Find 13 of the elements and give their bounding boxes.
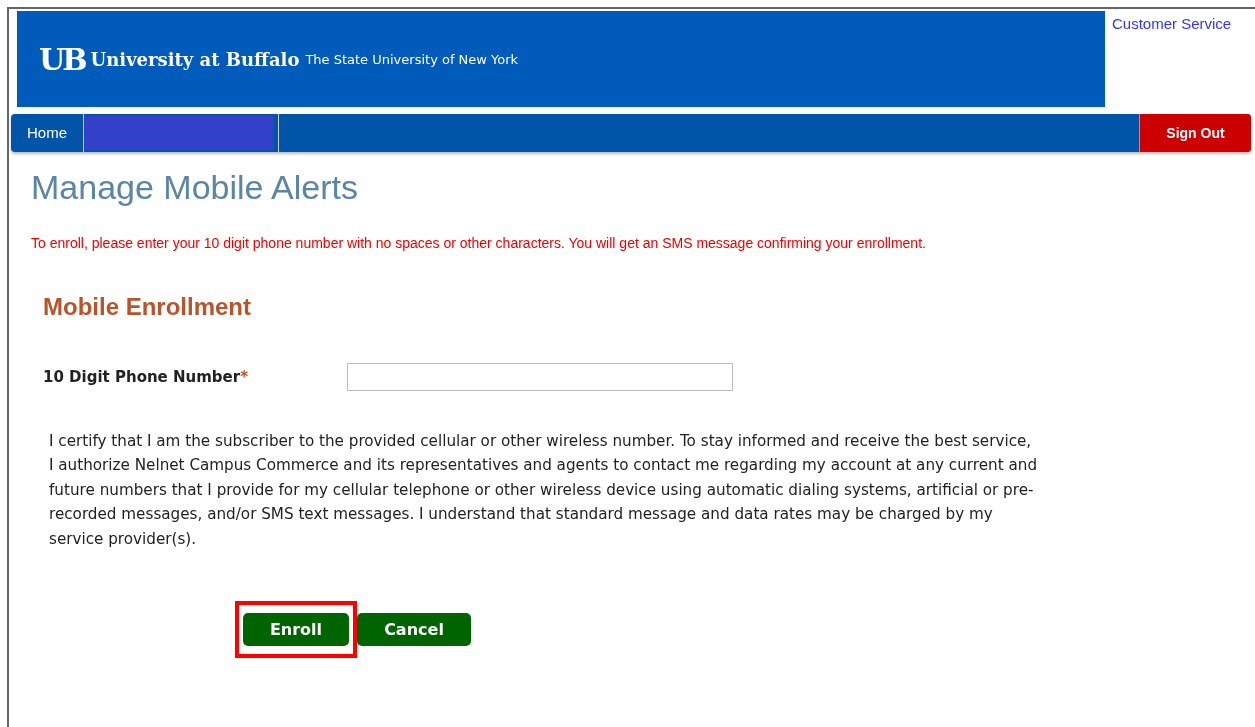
university-subtitle: The State University of New York [305,51,519,67]
consent-text: I certify that I am the subscriber to the provided cellular or other wireless number. To stay informed and receive the best service, I authorize Nelnet Campus Commerce and its representatives and agents to contact me regarding my account at any current and future numbers that I provide for my cellular telephone or other wireless device using automatic dialing systems, artificial or pre-recorded messages, and/or SMS text messages. I understand that standard message and data rates may be charged by my service provider(s). [49,431,1039,550]
cancel-button[interactable]: Cancel [357,613,471,647]
page-title: Manage Mobile Alerts [31,168,359,207]
instruction-text: To enroll, please enter your 10 digit phone number with no spaces or other characters. You will get an SMS message confirming your enrollment. [31,235,927,251]
enroll-button[interactable]: Enroll [243,613,349,647]
university-name: University at Buffalo [90,48,300,70]
section-title: Mobile Enrollment [43,293,252,321]
customer-service-link[interactable]: Customer Service [1112,15,1232,33]
sign-out-button[interactable]: Sign Out [1139,114,1251,152]
logo-mark: UB [39,41,85,77]
field-label: 10 Digit Phone Number* [43,368,250,386]
phone-input[interactable] [347,363,733,391]
